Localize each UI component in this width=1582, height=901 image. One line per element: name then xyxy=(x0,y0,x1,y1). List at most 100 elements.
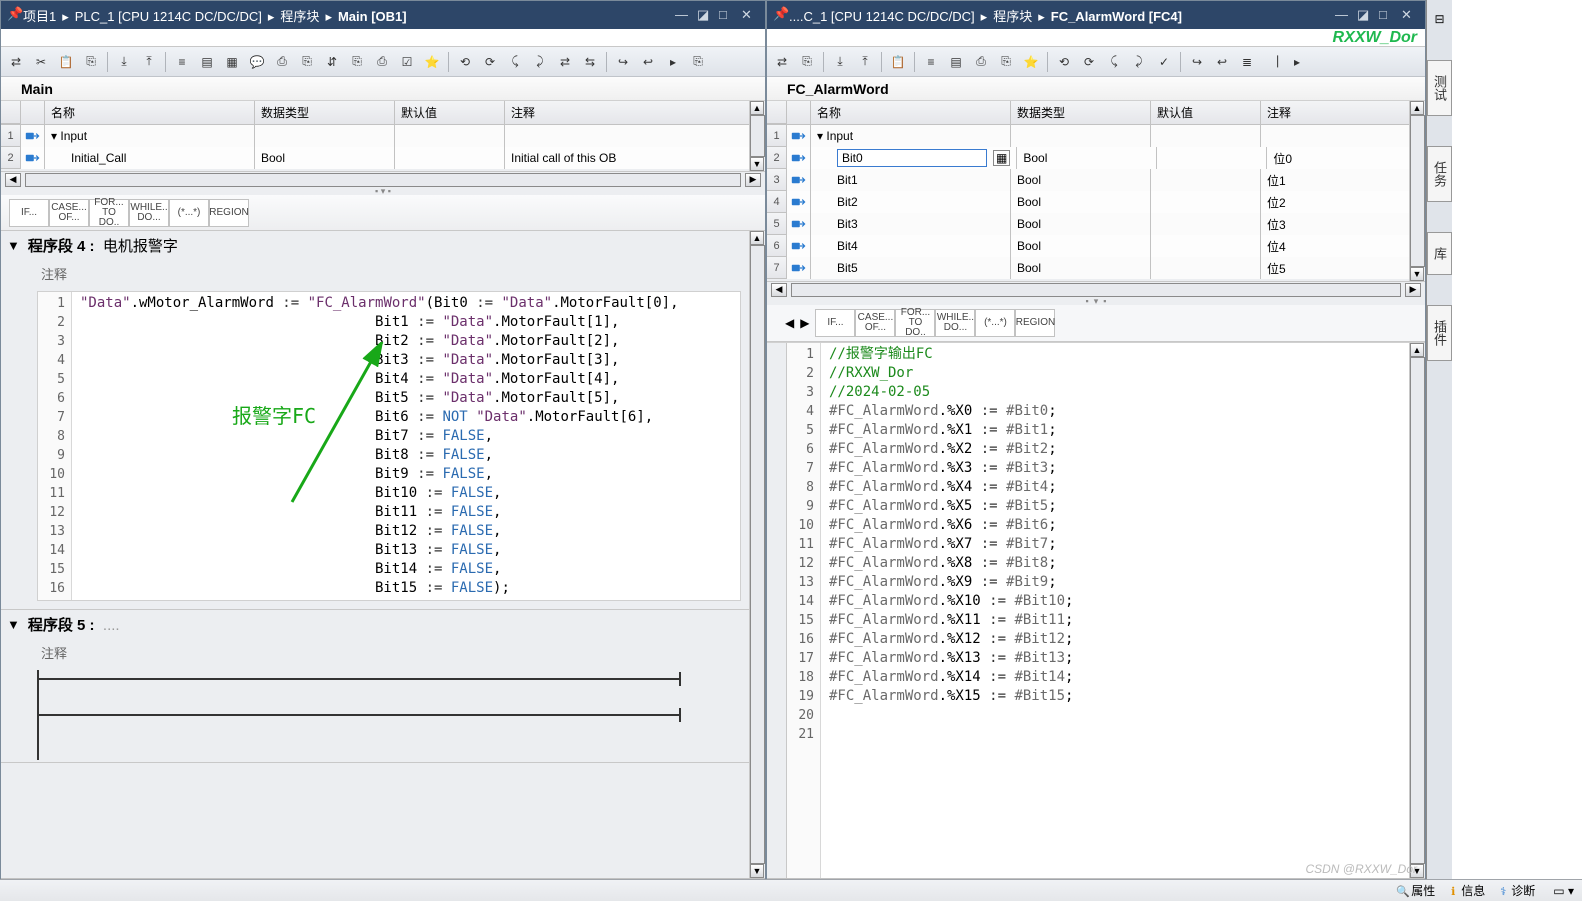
collapse-icon[interactable]: ▼ xyxy=(7,617,20,632)
split-grip[interactable]: ▪ ▾ ▪ xyxy=(1,187,765,195)
sidetab-library[interactable]: 库 xyxy=(1427,232,1452,275)
tb-r6[interactable]: ≡ xyxy=(920,51,942,73)
ladder-rung[interactable] xyxy=(37,670,741,760)
breadcrumb[interactable]: ....C_1 [CPU 1214C DC/DC/DC]▸程序块▸FC_Alar… xyxy=(789,6,1182,25)
code-editor-right[interactable]: 123456789101112131415161718192021 //报警字输… xyxy=(787,343,1409,878)
tb-22[interactable]: ⇄ xyxy=(554,51,576,73)
tb-20[interactable]: ⤹ xyxy=(504,51,526,73)
tb-25[interactable]: ↩ xyxy=(637,51,659,73)
palette-item[interactable]: (*...*) xyxy=(169,199,209,227)
hdr-def[interactable]: 默认值 xyxy=(395,101,505,124)
tb-15[interactable]: ⎙ xyxy=(371,51,393,73)
hdr-def[interactable]: 默认值 xyxy=(1151,101,1261,124)
tb-r15[interactable]: ✓ xyxy=(1153,51,1175,73)
hdr-name[interactable]: 名称 xyxy=(45,101,255,124)
minimize-icon[interactable]: — xyxy=(675,7,693,23)
tb-18[interactable]: ⟲ xyxy=(454,51,476,73)
type-picker-icon[interactable]: ▦ xyxy=(993,150,1010,166)
tb-10[interactable]: 💬 xyxy=(246,51,268,73)
properties-tab[interactable]: 🔍属性 xyxy=(1395,882,1435,900)
collapse-icon[interactable]: ▼ xyxy=(7,238,20,253)
vscroll-editor[interactable]: ▲▼ xyxy=(749,231,765,878)
tb-26[interactable]: ▸ xyxy=(662,51,684,73)
nav-next-icon[interactable]: ▶ xyxy=(800,316,809,330)
maximize-icon[interactable]: □ xyxy=(719,7,737,23)
palette-item[interactable]: FOR...TODO.. xyxy=(895,309,935,337)
sidetab-tasks[interactable]: 任务 xyxy=(1427,146,1452,202)
table-row[interactable]: 1 ▾ Input xyxy=(767,125,1425,147)
maximize-icon[interactable]: □ xyxy=(1379,7,1397,23)
tb-3[interactable]: 📋 xyxy=(55,51,77,73)
palette-item[interactable]: FOR...TODO.. xyxy=(89,199,129,227)
panel-toggle-icon[interactable]: ▭ ▾ xyxy=(1553,884,1574,898)
tb-27[interactable]: ⎘ xyxy=(687,51,709,73)
tb-r4[interactable]: ⤒ xyxy=(854,51,876,73)
table-row[interactable]: 2 Bit0▦ Bool 位0 xyxy=(767,147,1425,169)
hdr-comment[interactable]: 注释 xyxy=(1261,101,1425,124)
vscroll[interactable]: ▲▼ xyxy=(749,101,765,171)
restore-icon[interactable]: ◪ xyxy=(697,7,715,23)
sidetab-plugins[interactable]: 插件 xyxy=(1427,305,1452,361)
palette-item[interactable]: REGION xyxy=(209,199,249,227)
tb-r16[interactable]: ↪ xyxy=(1186,51,1208,73)
vscroll-editor[interactable]: ▲▼ xyxy=(1409,343,1425,878)
palette-item[interactable]: CASE...OF... xyxy=(49,199,89,227)
hdr-type[interactable]: 数据类型 xyxy=(255,101,395,124)
tb-2[interactable]: ✂ xyxy=(30,51,52,73)
hdr-type[interactable]: 数据类型 xyxy=(1011,101,1151,124)
tb-r5[interactable]: 📋 xyxy=(887,51,909,73)
table-row[interactable]: 1 ▾ Input xyxy=(1,125,765,147)
diagnostics-tab[interactable]: ⚕诊断 xyxy=(1495,882,1535,900)
table-row[interactable]: 5 Bit3 Bool 位3 xyxy=(767,213,1425,235)
tb-r9[interactable]: ⎘ xyxy=(995,51,1017,73)
close-icon[interactable]: ✕ xyxy=(1401,7,1419,23)
tb-r3[interactable]: ⤓ xyxy=(829,51,851,73)
breadcrumb[interactable]: 项目1▸PLC_1 [CPU 1214C DC/DC/DC]▸程序块▸Main … xyxy=(23,6,407,25)
tb-r11[interactable]: ⟲ xyxy=(1053,51,1075,73)
tb-19[interactable]: ⟳ xyxy=(479,51,501,73)
tb-8[interactable]: ▤ xyxy=(196,51,218,73)
close-icon[interactable]: ✕ xyxy=(741,7,759,23)
tb-16[interactable]: ☑ xyxy=(396,51,418,73)
table-row[interactable]: 7 Bit5 Bool 位5 xyxy=(767,257,1425,279)
info-tab[interactable]: ℹ信息 xyxy=(1445,882,1485,900)
tb-r8[interactable]: ⎙ xyxy=(970,51,992,73)
tb-r19[interactable]: ⎹ xyxy=(1261,51,1283,73)
table-row[interactable]: 3 Bit1 Bool 位1 xyxy=(767,169,1425,191)
tb-11[interactable]: ⎙ xyxy=(271,51,293,73)
tb-17[interactable]: ⭐ xyxy=(421,51,443,73)
tb-4[interactable]: ⎘ xyxy=(80,51,102,73)
tb-13[interactable]: ⇵ xyxy=(321,51,343,73)
palette-item[interactable]: IF... xyxy=(9,199,49,227)
nav-prev-icon[interactable]: ◀ xyxy=(785,316,794,330)
split-grip[interactable]: ▪ ▾ ▪ xyxy=(767,297,1425,305)
palette-item[interactable]: WHILE..DO... xyxy=(935,309,975,337)
hdr-comment[interactable]: 注释 xyxy=(505,101,765,124)
tb-r18[interactable]: ≣ xyxy=(1236,51,1258,73)
palette-item[interactable]: CASE...OF... xyxy=(855,309,895,337)
vscroll[interactable]: ▲▼ xyxy=(1409,101,1425,281)
palette-item[interactable]: (*...*) xyxy=(975,309,1015,337)
panel-toggle-icon[interactable]: ⊟ xyxy=(1434,12,1444,30)
tb-23[interactable]: ⇆ xyxy=(579,51,601,73)
hdr-name[interactable]: 名称 xyxy=(811,101,1011,124)
tb-r13[interactable]: ⤹ xyxy=(1103,51,1125,73)
tb-r17[interactable]: ↩ xyxy=(1211,51,1233,73)
code-editor-left[interactable]: 12345678910111213141516 "Data".wMotor_Al… xyxy=(37,291,741,601)
palette-item[interactable]: REGION xyxy=(1015,309,1055,337)
tb-6[interactable]: ⤒ xyxy=(138,51,160,73)
tb-r7[interactable]: ▤ xyxy=(945,51,967,73)
tb-9[interactable]: ▦ xyxy=(221,51,243,73)
tb-14[interactable]: ⎘ xyxy=(346,51,368,73)
restore-icon[interactable]: ◪ xyxy=(1357,7,1375,23)
tb-1[interactable]: ⇄ xyxy=(5,51,27,73)
table-row[interactable]: 6 Bit4 Bool 位4 xyxy=(767,235,1425,257)
sidetab-test[interactable]: 测试 xyxy=(1427,60,1452,116)
tb-r2[interactable]: ⎘ xyxy=(796,51,818,73)
tb-21[interactable]: ⤸ xyxy=(529,51,551,73)
tb-5[interactable]: ⤓ xyxy=(113,51,135,73)
tb-r20[interactable]: ▸ xyxy=(1286,51,1308,73)
tb-r10[interactable]: ⭐ xyxy=(1020,51,1042,73)
tb-r1[interactable]: ⇄ xyxy=(771,51,793,73)
tb-24[interactable]: ↪ xyxy=(612,51,634,73)
